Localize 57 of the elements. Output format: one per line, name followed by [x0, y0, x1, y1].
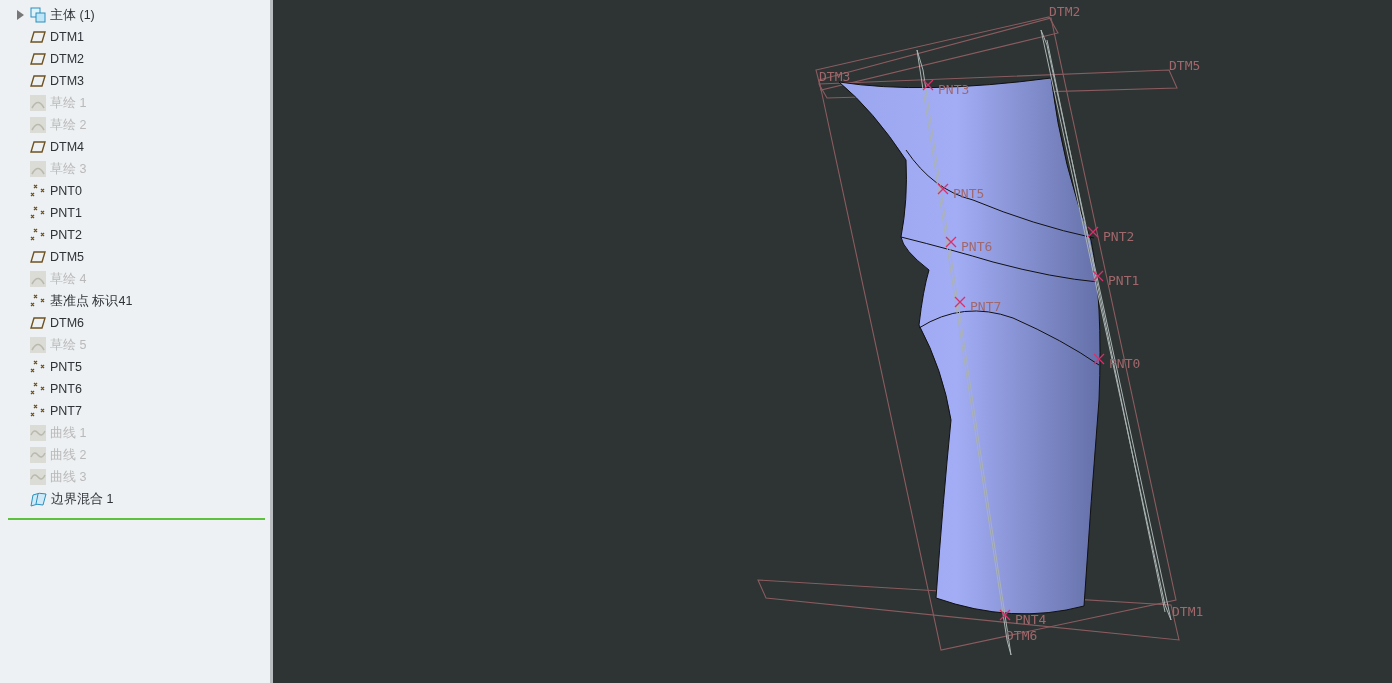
plane-icon: [30, 53, 46, 65]
tree-item[interactable]: DTM5: [50, 250, 85, 264]
points-icon: [30, 404, 46, 418]
tree-item[interactable]: DTM3: [50, 74, 85, 88]
plane-label: DTM2: [1049, 3, 1081, 19]
tree-item[interactable]: DTM1: [50, 30, 85, 44]
plane-icon: [30, 75, 46, 87]
cubes-icon: [30, 7, 46, 23]
plane-icon: [30, 251, 46, 263]
tree-item[interactable]: DTM2: [50, 52, 85, 66]
tree-item[interactable]: PNT2: [50, 228, 82, 242]
point-label: PNT7: [970, 298, 1002, 314]
points-icon: [30, 206, 46, 220]
points-icon: [30, 228, 46, 242]
points-icon: [30, 360, 46, 374]
tree-item[interactable]: 基准点 标识41: [50, 292, 133, 310]
sketch-icon: [30, 95, 46, 111]
tree-item[interactable]: PNT1: [50, 206, 82, 220]
point-marker-icon: [945, 236, 957, 248]
point-marker-icon: [999, 609, 1011, 621]
point-marker-icon: [1087, 226, 1099, 238]
tree-item[interactable]: PNT5: [50, 360, 82, 374]
sketch-icon: [30, 337, 46, 353]
plane-icon: [30, 141, 46, 153]
tree-item[interactable]: 主体 (1): [50, 6, 95, 24]
curve-icon: [30, 469, 46, 485]
point-marker-icon: [1092, 270, 1104, 282]
tree-item[interactable]: PNT7: [50, 404, 82, 418]
tree-item[interactable]: DTM4: [50, 140, 85, 154]
point-label: PNT4: [1015, 611, 1047, 627]
sketch-icon: [30, 271, 46, 287]
curve-icon: [30, 447, 46, 463]
tree-item[interactable]: DTM6: [50, 316, 85, 330]
plane-icon: [30, 31, 46, 43]
surface-icon: [30, 491, 47, 507]
tree-item[interactable]: 边界混合 1: [51, 490, 114, 508]
point-label: PNT5: [953, 185, 985, 201]
point-marker-icon: [922, 79, 934, 91]
plane-label: DTM1: [1172, 603, 1204, 619]
expand-arrow-icon[interactable]: [16, 10, 24, 20]
point-marker-icon: [937, 183, 949, 195]
tree-item[interactable]: PNT6: [50, 382, 82, 396]
sketch-icon: [30, 161, 46, 177]
point-label: PNT1: [1108, 272, 1140, 288]
plane-label: DTM5: [1169, 57, 1201, 73]
sketch-icon: [30, 117, 46, 133]
tree-item[interactable]: PNT0: [50, 184, 82, 198]
point-label: PNT6: [961, 238, 993, 254]
plane-icon: [30, 317, 46, 329]
insert-marker-line[interactable]: [8, 518, 265, 520]
points-icon: [30, 382, 46, 396]
curve-icon: [30, 425, 46, 441]
point-label: PNT2: [1103, 228, 1135, 244]
point-marker-icon: [954, 296, 966, 308]
points-icon: [30, 184, 46, 198]
point-marker-icon: [1093, 353, 1105, 365]
points-icon: [30, 294, 46, 308]
